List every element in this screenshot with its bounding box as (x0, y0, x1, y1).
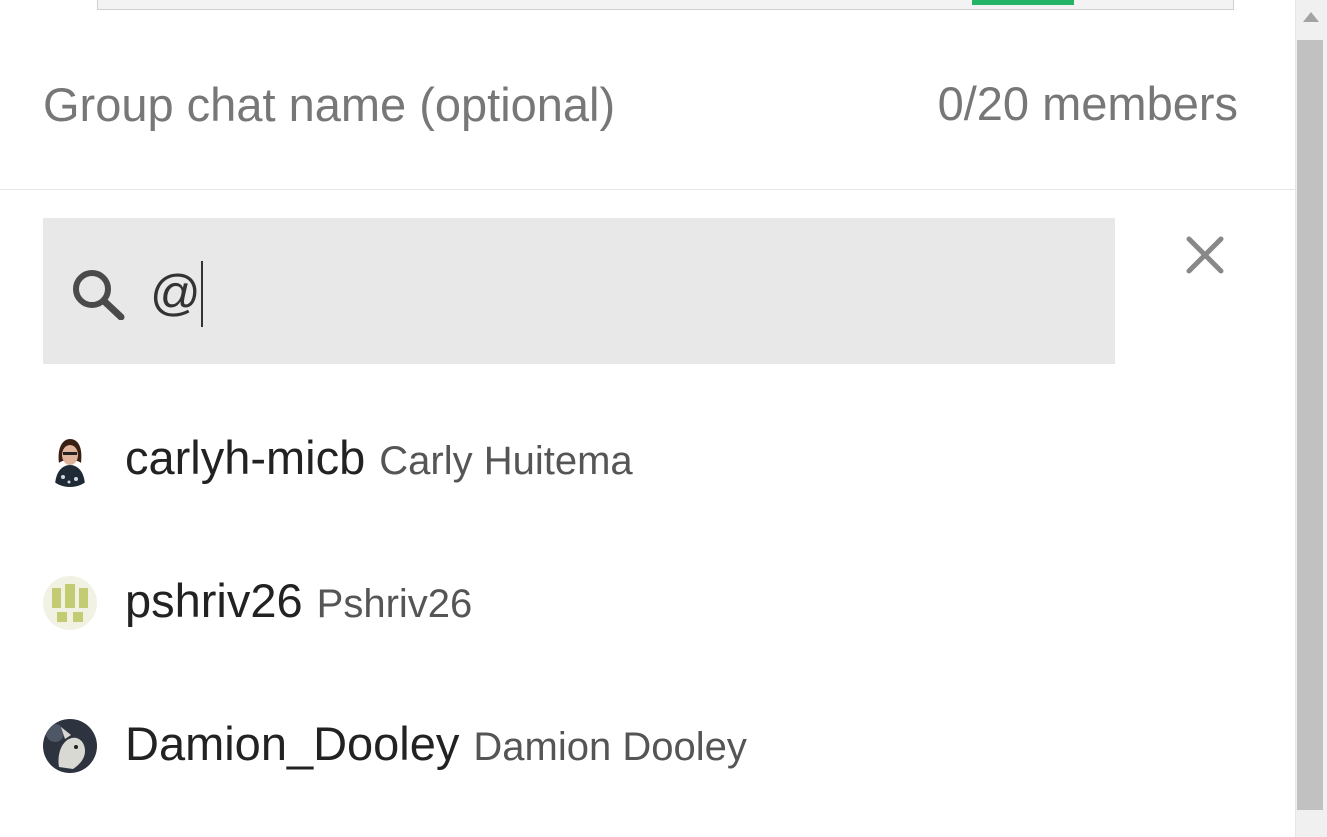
list-item[interactable]: pshriv26 Pshriv26 (0, 549, 1295, 659)
group-chat-name-input[interactable] (43, 74, 863, 134)
result-username: pshriv26 (125, 574, 303, 627)
avatar (43, 719, 97, 773)
result-text: carlyh-micb Carly Huitema (125, 428, 633, 500)
avatar (43, 576, 97, 630)
result-text: Damion_Dooley Damion Dooley (125, 714, 747, 786)
result-text: pshriv26 Pshriv26 (125, 571, 472, 643)
search-box[interactable] (43, 218, 1115, 364)
result-full-name: Carly Huitema (379, 439, 633, 483)
result-username: carlyh-micb (125, 431, 366, 484)
scroll-up-arrow-icon[interactable] (1300, 6, 1322, 28)
result-full-name: Damion Dooley (473, 725, 747, 769)
scrollbar-thumb[interactable] (1297, 40, 1323, 810)
search-input[interactable]: @ (150, 256, 203, 330)
list-item[interactable]: Damion_Dooley Damion Dooley (0, 692, 1295, 802)
avatar (43, 433, 97, 487)
search-icon (73, 270, 125, 320)
text-caret (200, 260, 203, 327)
list-item[interactable]: carlyh-micb Carly Huitema (0, 406, 1295, 516)
result-username: Damion_Dooley (125, 717, 460, 770)
group-chat-header: 0/20 members (0, 38, 1295, 190)
group-chat-panel: 0/20 members @ carlyh-micb Carly Huitema (0, 0, 1295, 837)
green-button-edge[interactable] (972, 0, 1074, 5)
top-field-edge (97, 0, 1234, 10)
search-query: @ (150, 265, 201, 321)
member-count: 0/20 members (937, 77, 1238, 130)
close-icon[interactable] (1176, 226, 1234, 284)
result-full-name: Pshriv26 (316, 582, 473, 626)
